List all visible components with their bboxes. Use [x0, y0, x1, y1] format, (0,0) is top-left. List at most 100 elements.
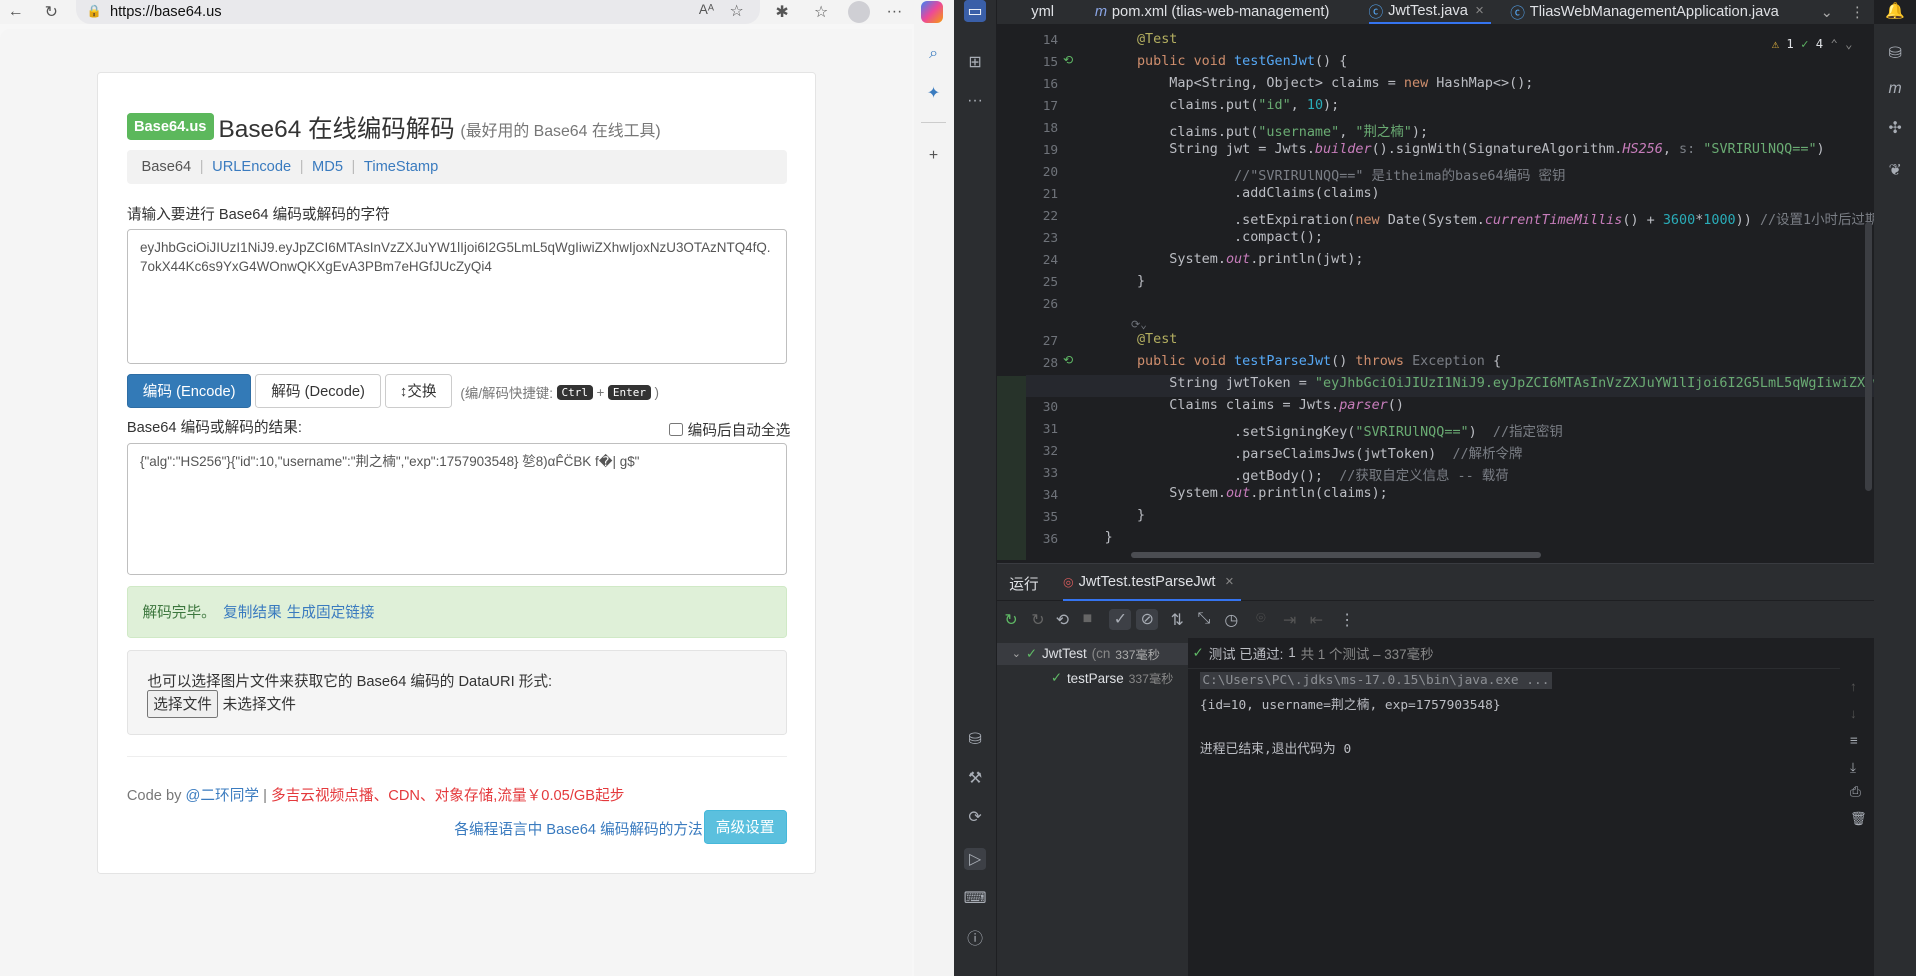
nav-separator: | [351, 159, 356, 176]
stop-icon[interactable]: ■ [1083, 610, 1093, 628]
code-line: .setExpiration(new Date(System.currentTi… [1104, 212, 1875, 228]
favorite-star-icon[interactable]: ☆ [729, 1, 743, 21]
database-icon[interactable]: ⛁ [1884, 42, 1906, 64]
scroll-down-icon[interactable]: ↓ [1850, 706, 1857, 721]
close-tab-icon[interactable]: × [1475, 3, 1484, 19]
run-test-gutter-icon[interactable]: ⟲ [1063, 53, 1073, 67]
footer-credits: Code by @二环同学 | 多吉云视频点播、CDN、对象存储,流量￥0.05… [127, 784, 625, 805]
trash-icon[interactable]: 🗑 [1850, 811, 1867, 827]
vertical-scrollbar[interactable] [1864, 222, 1872, 492]
read-aloud-icon[interactable]: Aᴬ [699, 2, 714, 17]
code-editor[interactable]: ⚠1 ✓4 ⌃⌄ 1415161718192021222324252627282… [997, 26, 1875, 560]
database-icon[interactable]: ⛁ [964, 728, 986, 750]
tabs-dropdown-icon[interactable]: ⌄ [1821, 0, 1833, 24]
browser-window: ← ↻ 🔒 https://base64.us Aᴬ ☆ ✱ ☆ ··· Bas… [0, 0, 955, 976]
run-test-gutter-icon[interactable]: ⟲ [1063, 353, 1073, 367]
maven-icon[interactable]: m [1884, 78, 1906, 100]
address-bar: ← ↻ 🔒 https://base64.us Aᴬ ☆ ✱ ☆ ··· [0, 0, 955, 25]
advanced-settings-button[interactable]: 高级设置 [703, 809, 787, 845]
scroll-to-end-icon[interactable]: ⤓ [1850, 760, 1856, 776]
nav-timestamp[interactable]: TimeStamp [364, 159, 438, 175]
choose-file-button[interactable]: 选择文件 [147, 689, 218, 718]
code-line: .setSigningKey("SVRIRUlNQQ==") //指定密钥 [1104, 425, 1563, 441]
test-tree: ⌄ ✓ JwtTest (cn 337毫秒 ✓ testParse 337毫秒 [997, 637, 1188, 976]
services-icon[interactable]: ⟳ [964, 806, 986, 828]
show-passed-icon[interactable]: ✓ [1109, 608, 1132, 631]
coverage-bar [997, 376, 1027, 560]
prev-highlight-icon[interactable]: ⌃ [1830, 37, 1837, 51]
favorites-icon[interactable]: ☆ [811, 2, 831, 22]
console-exit-line: 进程已结束,退出代码为 0 [1199, 742, 1352, 758]
file-upload-panel: 也可以选择图片文件来获取它的 Base64 编码的 DataURI 形式: 选择… [126, 649, 787, 736]
tab-jwttest[interactable]: ⓒ JwtTest.java × [1368, 0, 1492, 25]
import-icon[interactable]: ⇤ [1310, 610, 1323, 630]
page-subtitle: (最好用的 Base64 在线工具) [460, 123, 661, 141]
console-output[interactable]: ✓ 测试 已通过: 1 共 1 个测试 – 337毫秒 C:\Users\PC\… [1187, 637, 1875, 976]
notifications-icon[interactable]: 🔔 [1884, 0, 1906, 22]
input-textarea[interactable]: eyJhbGciOiJIUzI1NiJ9.eyJpZCI6MTAsInVzZXJ… [126, 229, 787, 364]
expand-icon[interactable]: ⌄ [1012, 647, 1021, 660]
run-tab[interactable]: ◎ JwtTest.testParseJwt × [1063, 564, 1242, 601]
more-menu-icon[interactable]: ··· [885, 2, 905, 22]
more-tools-icon[interactable]: ··· [964, 90, 986, 112]
camera-icon[interactable]: ⌾ [1256, 610, 1266, 628]
profile-avatar-icon[interactable] [847, 1, 870, 24]
web-page: Base64.us Base64 在线编码解码 (最好用的 Base64 在线工… [0, 29, 912, 976]
search-icon[interactable]: ⌕ [924, 44, 944, 64]
run-panel-icon[interactable]: ▷ [964, 847, 987, 870]
terminal-icon[interactable]: ⌨ [964, 887, 987, 909]
decode-button[interactable]: 解码 (Decode) [255, 373, 381, 408]
soft-wrap-icon[interactable]: ≡ [1850, 733, 1858, 748]
add-icon[interactable]: + [924, 147, 944, 167]
copilot-icon[interactable] [921, 1, 944, 24]
copy-result-link[interactable]: 复制结果 [223, 601, 282, 622]
permalink-link[interactable]: 生成固定链接 [287, 601, 375, 622]
leaf-icon[interactable]: ❦ [1884, 159, 1906, 181]
nav-urlencode[interactable]: URLEncode [212, 159, 291, 175]
project-folder-icon[interactable]: ▭ [964, 0, 987, 22]
back-icon[interactable]: ← [5, 2, 27, 22]
next-highlight-icon[interactable]: ⌄ [1845, 37, 1852, 51]
tree-item-child[interactable]: ✓ testParse 337毫秒 [997, 667, 1188, 689]
tools-icon[interactable]: ✦ [924, 83, 944, 103]
toggle-auto-test-icon[interactable]: ⟲ [1056, 610, 1069, 630]
swap-button[interactable]: ↕交换 [384, 373, 452, 408]
tab-application[interactable]: ⓒ TliasWebManagementApplication.java [1510, 0, 1779, 24]
run-label: 运行 [1009, 576, 1039, 593]
export-icon[interactable]: ⇥ [1283, 610, 1296, 630]
tabs-more-icon[interactable]: ⋮ [1850, 0, 1865, 24]
footer-ad-link[interactable]: 多吉云视频点播、CDN、对象存储,流量￥0.05/GB起步 [271, 788, 624, 804]
collapse-icon[interactable]: ⤡ [1197, 610, 1210, 628]
build-icon[interactable]: ⚒ [964, 767, 986, 789]
tab-application-label: TliasWebManagementApplication.java [1529, 4, 1779, 21]
close-run-tab-icon[interactable]: × [1225, 574, 1234, 590]
result-textarea[interactable]: {"alg":"HS256"}{"id":10,"username":"荆之楠"… [126, 443, 787, 576]
rerun-failed-icon[interactable]: ↻ [1031, 610, 1044, 630]
more-options-icon[interactable]: ⋮ [1339, 610, 1355, 630]
sort-icon[interactable]: ⇅ [1171, 610, 1184, 630]
methods-link[interactable]: 各编程语言中 Base64 编码解码的方法 [454, 818, 702, 839]
ai-assistant-icon[interactable]: ✣ [1884, 117, 1906, 139]
nav-md5[interactable]: MD5 [312, 159, 343, 175]
rerun-icon[interactable]: ↻ [1004, 610, 1017, 630]
show-ignored-icon[interactable]: ⊘ [1136, 608, 1159, 631]
scroll-up-icon[interactable]: ↑ [1850, 679, 1857, 694]
horizontal-scrollbar[interactable] [1131, 552, 1541, 559]
footer-author-link[interactable]: @二环同学 [186, 788, 260, 804]
inspection-widget[interactable]: ⚠ 1 ✓ 4 ⌃ ⌄ [1772, 37, 1853, 51]
problems-icon[interactable]: ⓘ [964, 926, 986, 948]
tab-yml[interactable]: yml [1031, 0, 1054, 24]
encode-button[interactable]: 编码 (Encode) [126, 373, 252, 408]
extensions-icon[interactable]: ✱ [772, 2, 792, 22]
autoselect-checkbox[interactable] [669, 422, 683, 437]
refresh-icon[interactable]: ↻ [40, 2, 62, 22]
print-icon[interactable]: ⎙ [1850, 784, 1861, 800]
footer-code-by: Code by [126, 788, 182, 805]
tool-nav: Base64 | URLEncode | MD5 | TimeStamp [126, 150, 787, 185]
site-logo[interactable]: Base64.us [126, 113, 214, 141]
structure-icon[interactable]: ⊞ [964, 51, 986, 73]
tab-pom[interactable]: m pom.xml (tlias-web-management) [1095, 0, 1330, 24]
history-icon[interactable]: ◷ [1224, 610, 1238, 630]
url-field[interactable]: 🔒 https://base64.us Aᴬ ☆ [75, 0, 760, 25]
tree-item-root[interactable]: ⌄ ✓ JwtTest (cn 337毫秒 [997, 642, 1188, 665]
